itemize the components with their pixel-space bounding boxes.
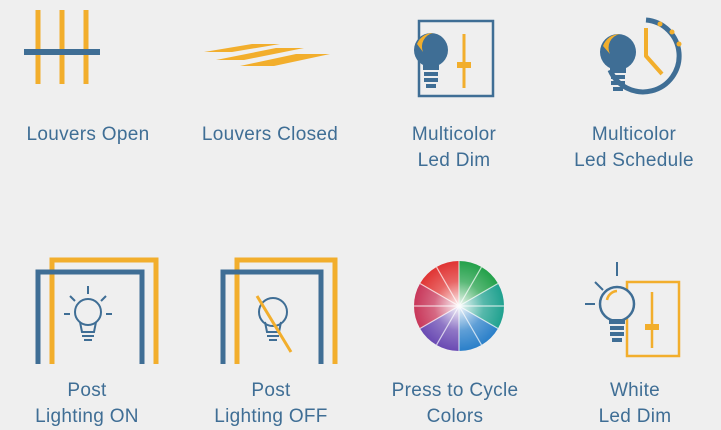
white-bulb-dimmer-icon <box>585 262 681 358</box>
louvers-closed-button[interactable]: Louvers Closed <box>180 0 360 200</box>
louvers-closed-label: Louvers Closed <box>201 124 339 145</box>
post-lighting-off-icon <box>220 257 338 364</box>
post-lighting-off-button[interactable]: Post Lighting OFF <box>185 240 365 427</box>
multicolor-led-schedule-button[interactable]: Multicolor Led Schedule <box>550 0 721 200</box>
post-lighting-on-label: Post Lighting ON <box>35 380 139 427</box>
white-led-dim-label: White Led Dim <box>598 380 672 427</box>
post-lighting-on-button[interactable]: Post Lighting ON <box>0 240 180 427</box>
bulb-dimmer-icon <box>414 19 495 98</box>
color-wheel-icon <box>414 261 504 351</box>
post-lighting-on-icon <box>35 257 159 364</box>
multicolor-led-schedule-label: Multicolor Led Schedule <box>574 124 694 171</box>
post-lighting-off-label: Post Lighting OFF <box>214 380 328 427</box>
louvers-open-icon <box>24 10 100 84</box>
control-grid: Louvers Open Louvers Closed Multicolor L… <box>0 0 721 427</box>
multicolor-led-dim-button[interactable]: Multicolor Led Dim <box>367 0 547 200</box>
press-to-cycle-colors-label: Press to Cycle Colors <box>391 380 519 427</box>
white-led-dim-button[interactable]: White Led Dim <box>545 240 721 427</box>
louvers-closed-icon <box>204 44 330 66</box>
press-to-cycle-colors-button[interactable]: Press to Cycle Colors <box>369 240 549 427</box>
louvers-open-label: Louvers Open <box>26 124 150 145</box>
bulb-clock-icon <box>600 17 682 95</box>
louvers-open-button[interactable]: Louvers Open <box>0 0 180 200</box>
multicolor-led-dim-label: Multicolor Led Dim <box>411 124 497 171</box>
